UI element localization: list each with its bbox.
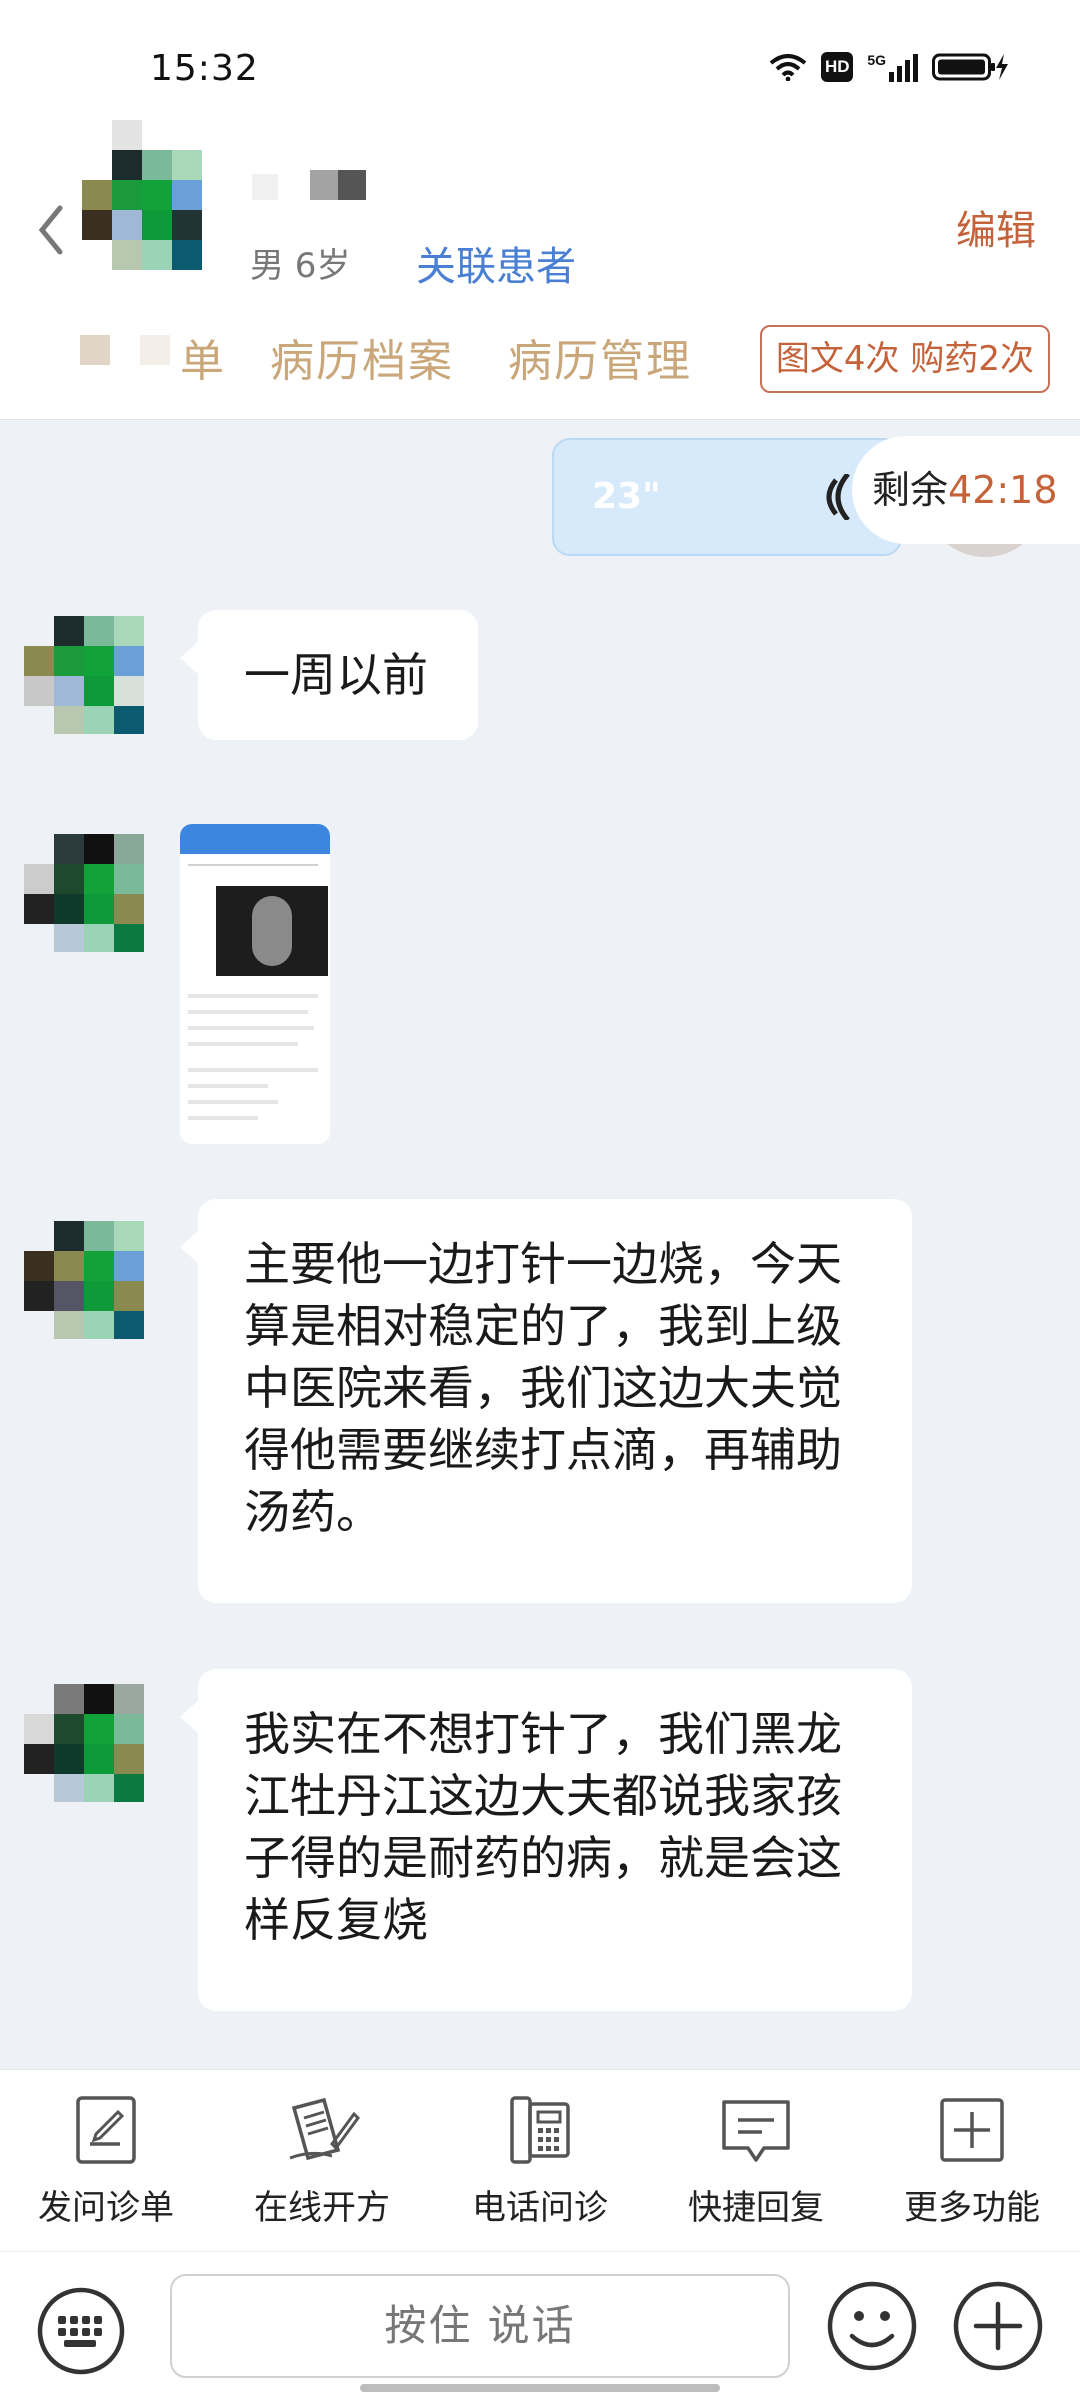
wifi-icon	[770, 54, 807, 81]
sender-avatar[interactable]	[24, 616, 172, 734]
tool-label: 更多功能	[904, 2188, 1040, 2228]
service-count-badge[interactable]: 图文4次 购药2次	[759, 325, 1050, 393]
tab-record-management[interactable]: 病历管理	[508, 325, 692, 389]
tool-label: 快捷回复	[688, 2188, 824, 2228]
battery-charging-icon	[932, 53, 1008, 81]
status-bar: 15:32 HD 5G	[0, 0, 1080, 130]
chat-header: 男 6岁 关联患者 编辑 单 病历档案 病历管理 图文4次 购药2次	[0, 120, 1080, 420]
home-indicator[interactable]	[360, 2384, 720, 2392]
tab-order[interactable]: 单	[180, 325, 226, 389]
patient-meta: 男 6岁	[250, 246, 351, 286]
patient-name-redacted	[252, 170, 372, 202]
remaining-timer: 剩余42:18	[852, 436, 1080, 544]
tab-redacted-blur	[80, 335, 180, 375]
signal-5g-icon: 5G	[867, 52, 918, 82]
chat-area[interactable]: 23" 剩余42:18 一周以前 主要他一边打针一边烧，今天算是相对稳定的了，我…	[0, 421, 1080, 2069]
link-patient-button[interactable]: 关联患者	[416, 234, 576, 292]
form-icon	[76, 2096, 136, 2164]
thumb-header	[180, 824, 330, 854]
sender-avatar[interactable]	[24, 1221, 172, 1339]
tool-send-form[interactable]: 发问诊单	[6, 2094, 206, 2229]
plus-icon[interactable]	[952, 2280, 1044, 2372]
tool-phone-consult[interactable]: 电话问诊	[440, 2094, 640, 2229]
xray-preview	[216, 886, 328, 976]
message-bubble[interactable]: 我实在不想打针了，我们黑龙江牡丹江这边大夫都说我家孩子得的是耐药的病，就是会这样…	[180, 1669, 912, 2011]
patient-avatar[interactable]	[82, 120, 232, 270]
quick-tools-bar: 发问诊单 在线开方 电话问诊 快捷回复 更多功能	[0, 2069, 1080, 2251]
tool-label: 在线开方	[254, 2188, 390, 2228]
keyboard-icon[interactable]	[36, 2286, 126, 2376]
phone-icon	[510, 2096, 570, 2164]
hold-to-talk-button[interactable]: 按住 说话	[170, 2274, 790, 2378]
tab-medical-archive[interactable]: 病历档案	[270, 325, 454, 389]
voice-message[interactable]: 23"	[552, 438, 902, 556]
message-bubble[interactable]: 主要他一边打针一边烧，今天算是相对稳定的了，我到上级中医院来看，我们这边大夫觉得…	[180, 1199, 912, 1603]
status-icons: HD 5G	[769, 52, 1010, 82]
prescription-icon	[289, 2097, 360, 2161]
tool-more-features[interactable]: 更多功能	[872, 2094, 1072, 2229]
voice-duration: 23"	[592, 476, 661, 517]
image-message[interactable]	[180, 824, 330, 1144]
tool-online-prescription[interactable]: 在线开方	[222, 2094, 422, 2229]
tool-label: 电话问诊	[472, 2188, 608, 2228]
input-bar: 按住 说话	[0, 2251, 1080, 2400]
tab-bar: 单 病历档案 病历管理 图文4次 购药2次	[0, 325, 1080, 405]
timer-value: 42:18	[948, 468, 1058, 512]
emoji-icon[interactable]	[826, 2280, 918, 2372]
tool-quick-reply[interactable]: 快捷回复	[656, 2094, 856, 2229]
sender-avatar[interactable]	[24, 1684, 172, 1802]
hd-icon: HD	[821, 52, 854, 82]
quick-reply-icon	[722, 2100, 790, 2162]
back-icon[interactable]	[34, 200, 68, 260]
message-bubble[interactable]: 一周以前	[180, 610, 478, 740]
more-icon	[940, 2098, 1004, 2162]
timer-prefix: 剩余	[872, 468, 949, 512]
status-time: 15:32	[150, 48, 259, 89]
edit-button[interactable]: 编辑	[956, 198, 1036, 256]
tool-label: 发问诊单	[38, 2188, 174, 2228]
sender-avatar[interactable]	[24, 834, 172, 952]
